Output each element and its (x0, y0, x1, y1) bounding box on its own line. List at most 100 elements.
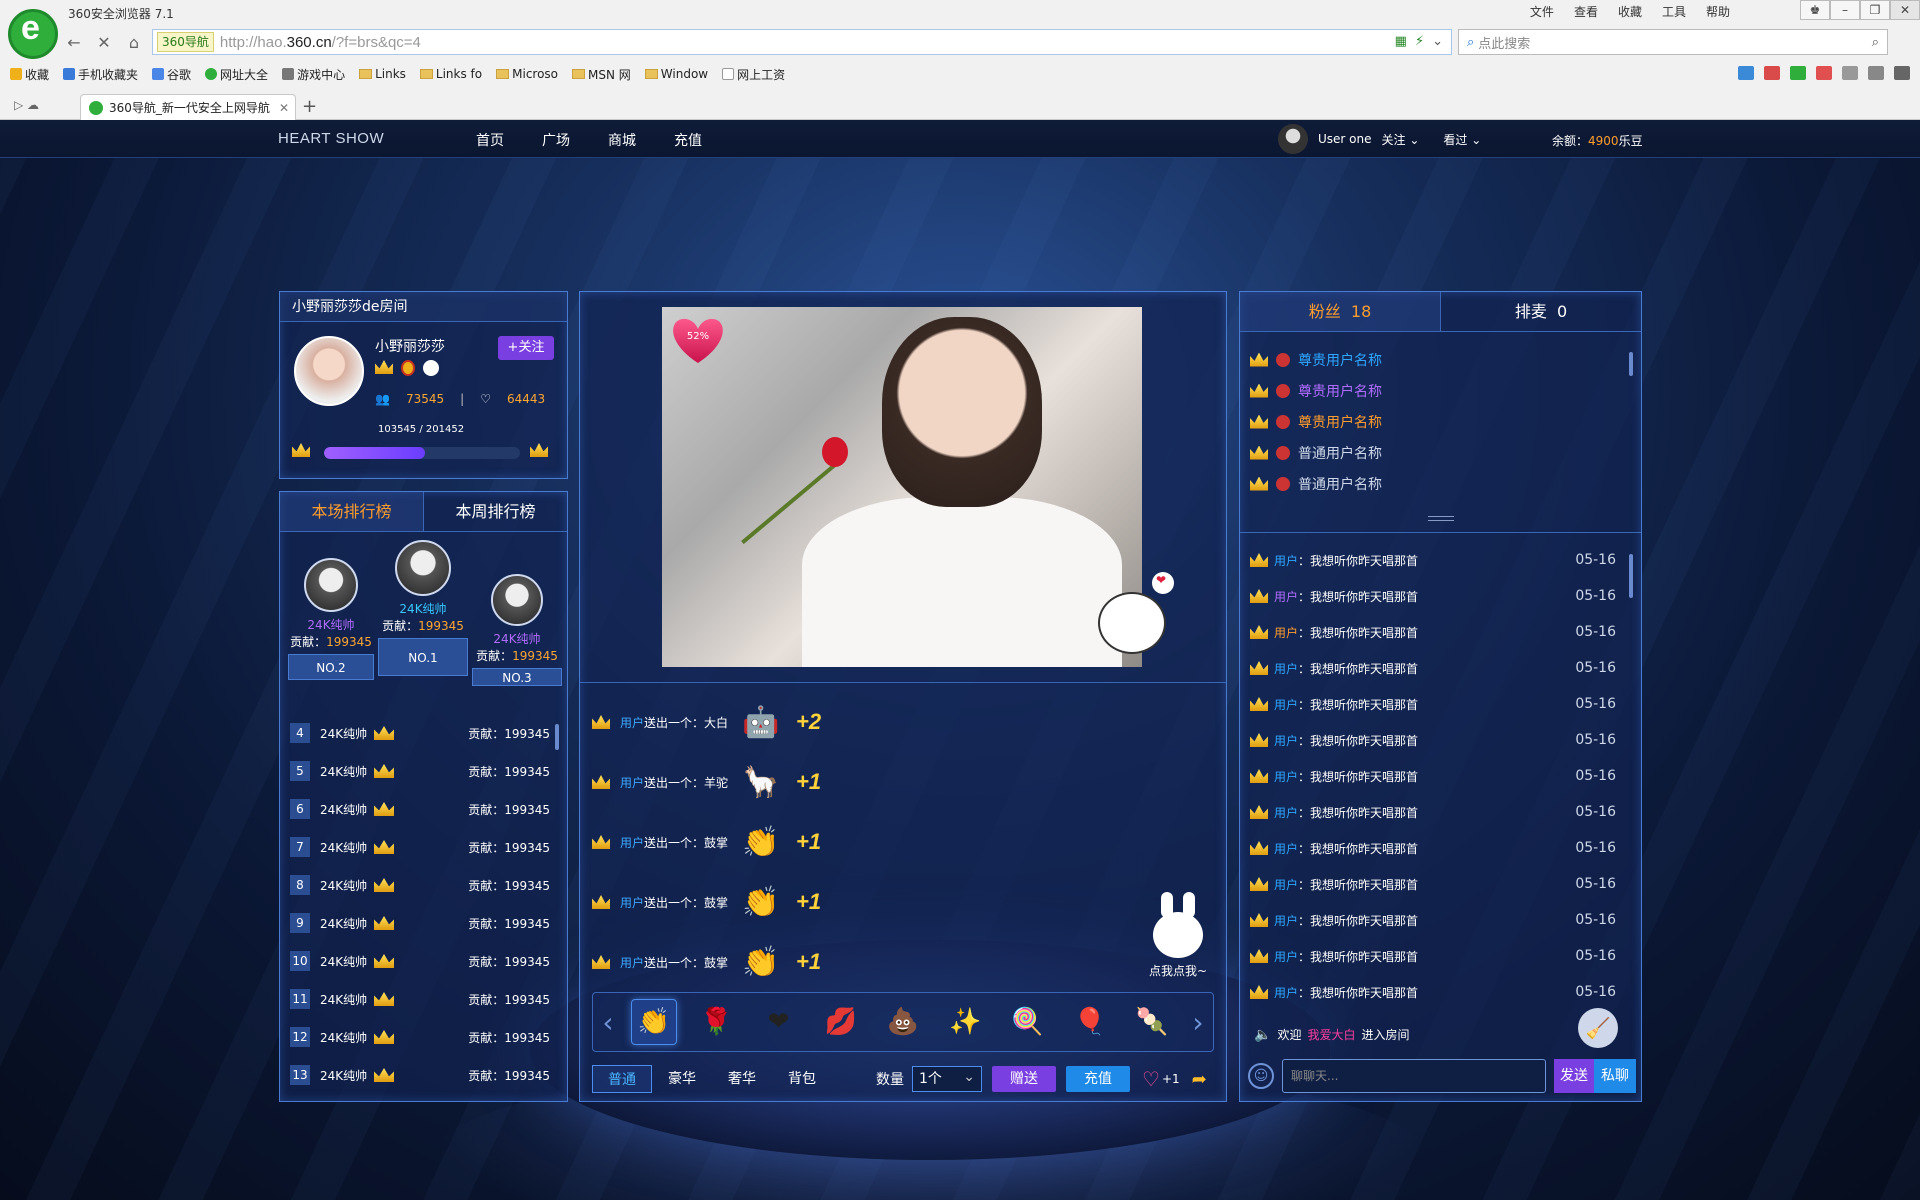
fav-item[interactable]: 收藏 (10, 66, 49, 83)
lightning-icon[interactable]: ⚡ (1415, 34, 1424, 49)
menu-help[interactable]: 帮助 (1706, 3, 1730, 20)
chat-user[interactable]: 用户 (1274, 660, 1298, 677)
clap-icon[interactable]: 👏 (631, 999, 678, 1045)
chat-user[interactable]: 用户 (1274, 696, 1298, 713)
watched-menu[interactable]: 看过 ⌄ (1443, 131, 1481, 148)
gift-sender[interactable]: 用户 (620, 954, 644, 971)
scrollbar[interactable] (1629, 554, 1633, 598)
fav-item[interactable]: 谷歌 (152, 66, 191, 83)
home-icon[interactable]: ⌂ (122, 30, 146, 54)
pdf-icon[interactable] (1816, 66, 1832, 80)
menu-view[interactable]: 查看 (1574, 3, 1598, 20)
chat-user[interactable]: 用户 (1274, 948, 1298, 965)
minimize-button[interactable]: – (1830, 0, 1860, 20)
tab-luxury[interactable]: 奢华 (712, 1065, 772, 1093)
ranking-row[interactable]: 11 24K纯帅 贡献：199345 (290, 980, 560, 1018)
skin-icon[interactable]: ♚ (1800, 0, 1830, 20)
chat-input[interactable]: 聊聊天... (1282, 1059, 1546, 1093)
fav-item[interactable]: 游戏中心 (282, 66, 345, 83)
chat-user[interactable]: 用户 (1274, 876, 1298, 893)
recharge-button[interactable]: 充值 (1066, 1066, 1130, 1092)
wand-icon[interactable]: ✨ (942, 999, 988, 1045)
chevron-left-icon[interactable]: ‹ (593, 1006, 623, 1039)
ranking-row[interactable]: 13 24K纯帅 贡献：199345 (290, 1056, 560, 1094)
menu-favorites[interactable]: 收藏 (1618, 3, 1642, 20)
chat-user[interactable]: 用户 (1274, 624, 1298, 641)
chevron-right-icon[interactable]: › (1183, 1006, 1213, 1039)
rose-icon[interactable]: 🌹 (693, 999, 739, 1045)
shield-icon[interactable] (1790, 66, 1806, 80)
tab-fans[interactable]: 粉丝 18 (1240, 292, 1441, 331)
user-name[interactable]: User one (1318, 132, 1372, 146)
quantity-select[interactable]: 1个 (912, 1065, 982, 1092)
mail-icon[interactable] (1764, 66, 1780, 80)
chat-user[interactable]: 用户 (1274, 840, 1298, 857)
menu-tools[interactable]: 工具 (1662, 3, 1686, 20)
gift-sender[interactable]: 用户 (620, 834, 644, 851)
heart-icon[interactable]: ❤ (756, 999, 802, 1045)
follow-menu[interactable]: 关注 ⌄ (1382, 131, 1420, 148)
fan-row[interactable]: 尊贵用户名称 (1250, 375, 1630, 406)
lollipop-icon[interactable]: 🍡 (1129, 999, 1175, 1045)
maximize-button[interactable]: ❐ (1860, 0, 1890, 20)
tab-session-ranking[interactable]: 本场排行榜 (280, 492, 424, 531)
tab-weekly-ranking[interactable]: 本周排行榜 (424, 492, 567, 531)
nav-mall[interactable]: 商城 (608, 130, 636, 150)
ranking-row[interactable]: 8 24K纯帅 贡献：199345 (290, 866, 560, 904)
lips-icon[interactable]: 💋 (818, 999, 864, 1045)
chat-user[interactable]: 用户 (1274, 732, 1298, 749)
chat-user[interactable]: 用户 (1274, 552, 1298, 569)
qr-code-icon[interactable]: ▦ (1395, 34, 1407, 49)
ranking-row[interactable]: 7 24K纯帅 贡献：199345 (290, 828, 560, 866)
send-gift-button[interactable]: 赠送 (992, 1066, 1056, 1092)
scrollbar[interactable] (555, 724, 559, 750)
nav-badge[interactable]: 360导航 (157, 32, 214, 52)
tab-deluxe[interactable]: 豪华 (652, 1065, 712, 1093)
poop-icon[interactable]: 💩 (880, 999, 926, 1045)
search-input[interactable]: ⌕ 点此搜索 ⌕ (1458, 29, 1888, 55)
gift-sender[interactable]: 用户 (620, 714, 644, 731)
ranking-row[interactable]: 10 24K纯帅 贡献：199345 (290, 942, 560, 980)
fav-item[interactable]: Microso (496, 67, 558, 81)
scrollbar[interactable] (1629, 352, 1633, 376)
video-player[interactable]: 52% (662, 307, 1142, 667)
follow-button[interactable]: +关注 (498, 336, 554, 360)
tab-mic-queue[interactable]: 排麦 0 (1441, 292, 1641, 331)
chat-user[interactable]: 用户 (1274, 984, 1298, 1001)
new-tab-button[interactable]: + (302, 96, 317, 117)
avatar[interactable] (1278, 124, 1308, 154)
share-icon[interactable]: ➦ (1192, 1069, 1207, 1090)
fav-item[interactable]: 网上工资 (722, 66, 785, 83)
search-go-icon[interactable]: ⌕ (1872, 35, 1879, 50)
fan-row[interactable]: 普通用户名称 (1250, 468, 1630, 499)
chat-user[interactable]: 用户 (1274, 912, 1298, 929)
like-button[interactable]: ♡ +1 (1142, 1067, 1180, 1091)
emoji-icon[interactable]: ☺ (1248, 1063, 1274, 1089)
fan-row[interactable]: 尊贵用户名称 (1250, 406, 1630, 437)
url-text[interactable]: http://hao.360.cn/?f=brs&qc=4 (220, 34, 421, 51)
tab-active[interactable]: 360导航_新一代安全上网导航 ✕ (80, 94, 296, 120)
tab-backpack[interactable]: 背包 (772, 1065, 832, 1093)
lollipop-icon[interactable]: 🍭 (1004, 999, 1050, 1045)
clear-chat-icon[interactable]: 🧹 (1578, 1008, 1618, 1048)
chat-user[interactable]: 用户 (1274, 804, 1298, 821)
back-icon[interactable]: ← (62, 30, 86, 54)
close-button[interactable]: ✕ (1890, 0, 1920, 20)
fav-item[interactable]: 手机收藏夹 (63, 66, 138, 83)
mascot-sticker[interactable] (1098, 572, 1174, 668)
fan-row[interactable]: 尊贵用户名称 (1250, 344, 1630, 375)
fav-item[interactable]: Links (359, 67, 406, 81)
anchor-avatar[interactable] (294, 336, 364, 406)
nav-home[interactable]: 首页 (476, 130, 504, 150)
send-chat-button[interactable]: 发送 (1554, 1059, 1594, 1093)
more-icon[interactable] (1894, 66, 1910, 80)
ranking-row[interactable]: 9 24K纯帅 贡献：199345 (290, 904, 560, 942)
tab-close-icon[interactable]: ✕ (279, 101, 289, 115)
gift-sender[interactable]: 用户 (620, 894, 644, 911)
gift-sender[interactable]: 用户 (620, 774, 644, 791)
private-chat-button[interactable]: 私聊 (1594, 1059, 1636, 1093)
chevron-down-icon[interactable]: ⌄ (1432, 34, 1443, 49)
fan-row[interactable]: 普通用户名称 (1250, 437, 1630, 468)
translate-icon[interactable] (1842, 66, 1858, 80)
podium-first[interactable]: 24K纯帅 贡献：199345 NO.1 (378, 540, 468, 676)
